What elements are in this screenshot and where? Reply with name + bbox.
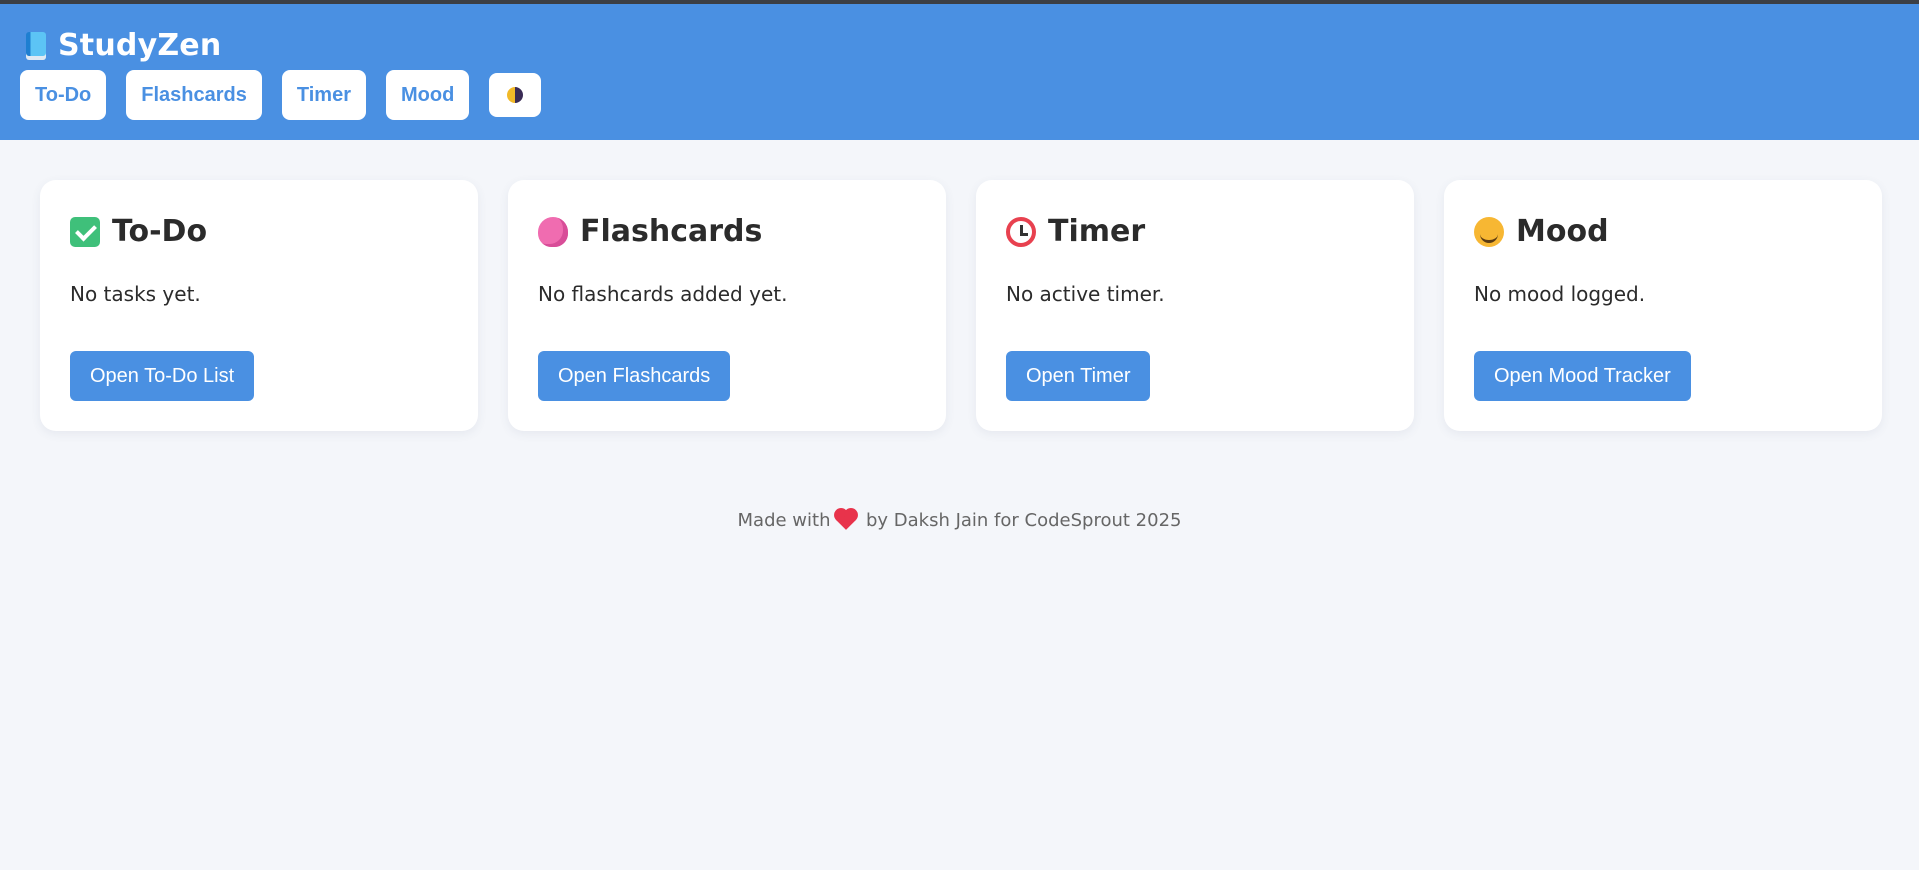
alarm-clock-icon: [1006, 216, 1036, 247]
dashboard-cards: To-Do No tasks yet. Open To-Do List Flas…: [40, 180, 1882, 431]
nav-timer-button[interactable]: Timer: [281, 70, 366, 120]
footer-prefix: Made with: [737, 510, 831, 531]
app-title: StudyZen: [58, 28, 222, 63]
flashcards-card-title: Flashcards: [580, 214, 763, 249]
todo-card: To-Do No tasks yet. Open To-Do List: [40, 180, 478, 431]
footer-credit: by Daksh Jain for CodeSprout 2025: [865, 510, 1182, 531]
open-mood-tracker-button[interactable]: Open Mood Tracker: [1474, 351, 1691, 401]
card-title: Timer: [1006, 214, 1145, 249]
open-todo-button[interactable]: Open To-Do List: [70, 351, 255, 401]
open-flashcards-button[interactable]: Open Flashcards: [538, 351, 731, 401]
timer-card-title: Timer: [1048, 214, 1146, 249]
heart-icon: [836, 510, 857, 530]
nav-mood-button[interactable]: Mood: [386, 70, 470, 120]
app-brand: StudyZen: [26, 28, 221, 63]
book-icon: [26, 31, 46, 60]
nav-flashcards-button[interactable]: Flashcards: [126, 70, 262, 120]
mood-card: Mood No mood logged. Open Mood Tracker: [1444, 180, 1882, 431]
mood-card-status: No mood logged.: [1474, 282, 1646, 306]
check-icon: [70, 216, 100, 247]
half-moon-icon: [507, 87, 524, 103]
main-nav: To-Do Flashcards Timer Mood: [20, 70, 542, 120]
flashcards-card-status: No flashcards added yet.: [538, 282, 788, 306]
smile-icon: [1474, 216, 1504, 247]
open-timer-button[interactable]: Open Timer: [1006, 351, 1151, 401]
nav-todo-button[interactable]: To-Do: [20, 70, 107, 120]
card-title: To-Do: [70, 214, 207, 249]
mood-card-title: Mood: [1516, 214, 1609, 249]
page-footer: Made with by Daksh Jain for CodeSprout 2…: [0, 510, 1919, 531]
flashcards-card: Flashcards No flashcards added yet. Open…: [508, 180, 946, 431]
card-title: Flashcards: [538, 214, 762, 249]
timer-card: Timer No active timer. Open Timer: [976, 180, 1414, 431]
todo-card-title: To-Do: [112, 214, 208, 249]
brain-icon: [538, 216, 568, 247]
todo-card-status: No tasks yet.: [70, 282, 201, 306]
card-title: Mood: [1474, 214, 1609, 249]
theme-toggle-button[interactable]: [489, 73, 542, 117]
app-header: StudyZen To-Do Flashcards Timer Mood: [0, 4, 1919, 140]
timer-card-status: No active timer.: [1006, 282, 1165, 306]
